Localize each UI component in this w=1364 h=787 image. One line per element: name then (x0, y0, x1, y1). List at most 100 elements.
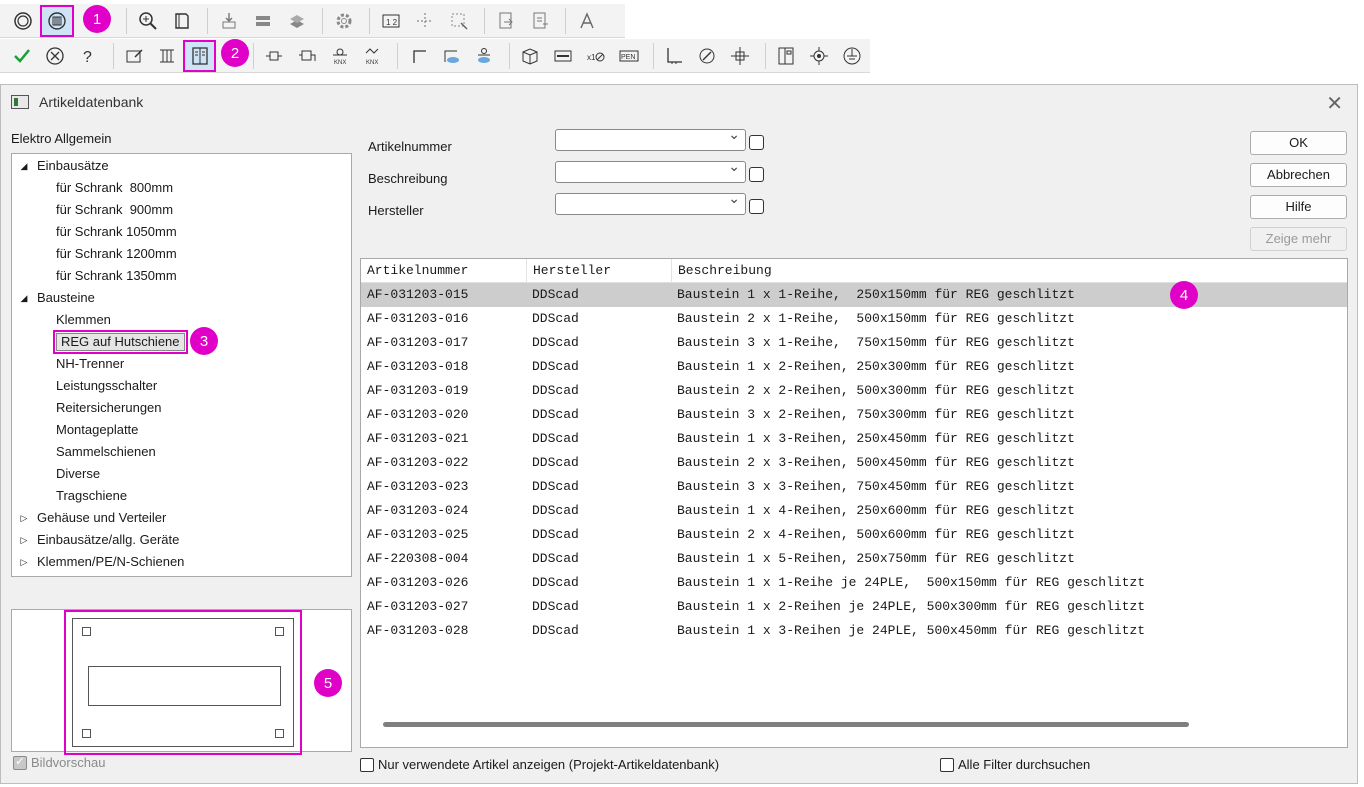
book-icon[interactable] (167, 7, 197, 35)
cell-beschreibung: Baustein 1 x 5-Reihen, 250x750mm für REG… (677, 551, 1075, 566)
collapsed-arrow-icon[interactable]: ▷ (17, 507, 31, 529)
help-button[interactable]: Hilfe (1250, 195, 1347, 219)
cut-icon[interactable] (470, 42, 499, 70)
tree-item-label: Einbausätze/allg. Geräte (37, 532, 180, 547)
collapsed-arrow-icon[interactable]: ▷ (17, 551, 31, 573)
zoom-icon[interactable] (133, 7, 163, 35)
cell-beschreibung: Baustein 3 x 3-Reihen, 750x450mm für REG… (677, 479, 1075, 494)
connector-icon[interactable] (260, 42, 289, 70)
ground-icon[interactable] (837, 42, 866, 70)
checkbox-icon[interactable] (13, 754, 27, 770)
box-icon[interactable] (516, 42, 545, 70)
all-filters-label: Alle Filter durchsuchen (958, 757, 1091, 772)
table-row[interactable]: AF-031203-019 DDScad Baustein 2 x 2-Reihen… (361, 379, 1347, 403)
table-row[interactable]: AF-031203-027 DDScad Baustein 1 x 2-Reihen… (361, 595, 1347, 619)
expanded-arrow-icon[interactable]: ◢ (17, 155, 31, 177)
separator (207, 7, 208, 34)
table-row[interactable]: AF-220308-004 DDScad Baustein 1 x 5-Reihen… (361, 547, 1347, 571)
filter-artikelnummer-combo[interactable] (555, 126, 746, 151)
table-row[interactable]: AF-031203-026 DDScad Baustein 1 x 1-Reihe … (361, 571, 1347, 595)
pen-icon[interactable]: PEN (614, 42, 643, 70)
database-icon[interactable] (40, 4, 74, 37)
table-header: Artikelnummer Hersteller Beschreibung (361, 259, 1347, 283)
table-row[interactable]: AF-031203-024 DDScad Baustein 1 x 4-Reihen… (361, 499, 1347, 523)
knx-icon[interactable]: KNX (326, 42, 355, 70)
all-filters-checkbox[interactable]: Alle Filter durchsuchen (940, 757, 1090, 772)
column-header-hersteller[interactable]: Hersteller (527, 259, 672, 283)
numbering-icon[interactable]: 1 2 (376, 7, 406, 35)
filter-beschreibung-checkbox[interactable] (749, 167, 764, 182)
insert-icon[interactable] (214, 7, 244, 35)
column-header-artikelnummer[interactable]: Artikelnummer (361, 259, 527, 283)
knx-network-icon[interactable]: KNX (358, 42, 387, 70)
table-row[interactable]: AF-031203-023 DDScad Baustein 3 x 3-Reihen… (361, 475, 1347, 499)
column-header-beschreibung[interactable]: Beschreibung (672, 259, 1347, 283)
tree-item-label: Bausteine (37, 290, 95, 305)
circle-icon[interactable] (8, 7, 38, 35)
edit-sheet-icon[interactable] (120, 42, 149, 70)
table-row[interactable]: AF-031203-028 DDScad Baustein 1 x 3-Reihen… (361, 619, 1347, 643)
cell-artikelnummer: AF-220308-004 (367, 551, 469, 566)
tree-item-label: NH-Trenner (56, 356, 125, 371)
gear-icon[interactable] (329, 7, 359, 35)
cell-hersteller: DDScad (532, 455, 579, 470)
cell-beschreibung: Baustein 1 x 2-Reihen je 24PLE, 500x300m… (677, 599, 1146, 614)
sheet-table-icon[interactable] (152, 42, 181, 70)
check-icon[interactable] (8, 42, 37, 70)
cell-hersteller: DDScad (532, 479, 579, 494)
target-icon[interactable] (804, 42, 833, 70)
export-icon[interactable] (491, 7, 521, 35)
table-row[interactable]: AF-031203-022 DDScad Baustein 2 x 3-Reihen… (361, 451, 1347, 475)
filter-beschreibung-combo[interactable] (555, 158, 746, 183)
stack-icon[interactable] (248, 7, 278, 35)
transform-icon[interactable] (444, 7, 474, 35)
horizontal-scrollbar[interactable] (383, 722, 1189, 727)
ok-button[interactable]: OK (1250, 131, 1347, 155)
rail-icon[interactable] (549, 42, 578, 70)
corner-icon[interactable] (404, 42, 433, 70)
close-icon[interactable]: ✕ (1326, 91, 1343, 116)
move-icon[interactable] (410, 7, 440, 35)
table-row[interactable]: AF-031203-025 DDScad Baustein 2 x 4-Reihen… (361, 523, 1347, 547)
table-row[interactable]: AF-031203-016 DDScad Baustein 2 x 1-Reihe,… (361, 307, 1347, 331)
multiply-icon[interactable]: x1 (581, 42, 610, 70)
measure-icon[interactable] (693, 42, 722, 70)
text-icon[interactable] (572, 7, 602, 35)
table-row[interactable]: AF-031203-015 DDScad Baustein 1 x 1-Reihe,… (361, 283, 1347, 307)
show-more-button[interactable]: Zeige mehr (1250, 227, 1347, 251)
svg-text:KNX: KNX (334, 60, 346, 66)
fill-icon[interactable] (437, 42, 466, 70)
terminal-icon[interactable] (293, 42, 322, 70)
layers-icon[interactable] (282, 7, 312, 35)
table-row[interactable]: AF-031203-021 DDScad Baustein 1 x 3-Reihen… (361, 427, 1347, 451)
table-row[interactable]: AF-031203-020 DDScad Baustein 3 x 2-Reihen… (361, 403, 1347, 427)
badge-5: 5 (314, 669, 342, 697)
image-preview-checkbox[interactable]: Bildvorschau (13, 754, 105, 770)
cancel-button[interactable]: Abbrechen (1250, 163, 1347, 187)
help-icon[interactable]: ? (74, 42, 103, 70)
axis-icon[interactable] (660, 42, 689, 70)
used-articles-checkbox[interactable]: Nur verwendete Artikel anzeigen (Projekt… (360, 757, 719, 772)
separator (397, 42, 399, 69)
collapsed-arrow-icon[interactable]: ▷ (17, 529, 31, 551)
cell-artikelnummer: AF-031203-025 (367, 527, 469, 542)
expanded-arrow-icon[interactable]: ◢ (17, 287, 31, 309)
panel-icon[interactable] (772, 42, 801, 70)
table-row[interactable]: AF-031203-018 DDScad Baustein 1 x 2-Reihen… (361, 355, 1347, 379)
checkbox-icon[interactable] (940, 757, 954, 772)
category-tree[interactable]: ◢ Einbausätze für Schrank 800mm für Schrank… (11, 153, 352, 577)
article-table[interactable]: Artikelnummer Hersteller Beschreibung AF… (360, 258, 1348, 748)
cell-beschreibung: Baustein 1 x 1-Reihe je 24PLE, 500x150mm… (677, 575, 1146, 590)
table-row[interactable]: AF-031203-017 DDScad Baustein 3 x 1-Reihe,… (361, 331, 1347, 355)
report-icon[interactable] (525, 7, 555, 35)
cell-artikelnummer: AF-031203-028 (367, 623, 469, 638)
cell-hersteller: DDScad (532, 503, 579, 518)
tree-item-label: Diverse (56, 466, 101, 481)
cabinet-icon[interactable] (183, 39, 217, 72)
checkbox-icon[interactable] (360, 757, 374, 772)
filter-artikelnummer-checkbox[interactable] (749, 135, 764, 150)
crosshair-icon[interactable] (726, 42, 755, 70)
filter-hersteller-checkbox[interactable] (749, 199, 764, 214)
cancel-icon[interactable] (41, 42, 70, 70)
filter-hersteller-combo[interactable] (555, 190, 746, 215)
